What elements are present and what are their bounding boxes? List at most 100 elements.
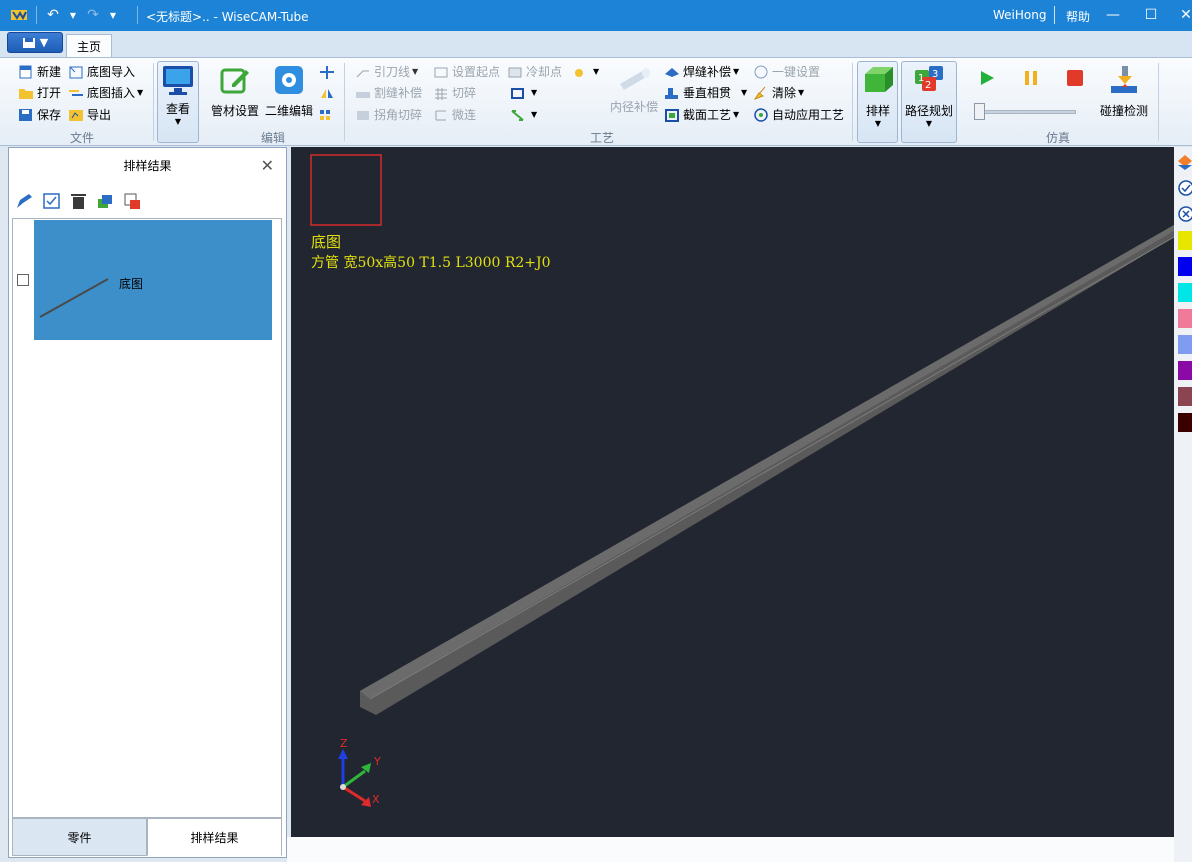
undo-dropdown-icon[interactable]: ▼ [68, 6, 78, 24]
edit-tool-3[interactable] [319, 105, 338, 124]
export-part-icon[interactable] [123, 192, 142, 210]
play-icon [981, 70, 994, 85]
process-tool-c[interactable]: ▼ [510, 105, 537, 124]
process-tool-a[interactable]: ▼ [572, 62, 599, 81]
collision-check-button[interactable]: 碰撞检测 [1096, 64, 1152, 119]
undo-icon[interactable]: ↶ [43, 6, 63, 24]
corner-cut-button[interactable]: 拐角切碎 [355, 105, 422, 124]
import-icon [69, 66, 83, 78]
user-name[interactable]: WeiHong [993, 8, 1046, 22]
save-button[interactable]: 保存 [18, 105, 61, 124]
new-button[interactable]: 新建 [18, 62, 61, 81]
item-checkbox[interactable] [17, 274, 29, 286]
color-swatch[interactable] [1178, 387, 1192, 406]
check-circle-icon[interactable] [1178, 179, 1192, 197]
clear-button[interactable]: 清除 ▼ [753, 83, 804, 102]
color-swatch[interactable] [1178, 283, 1192, 302]
layers-icon[interactable] [1178, 153, 1192, 171]
export-button[interactable]: 导出 [68, 105, 111, 124]
edit-settings-icon [220, 68, 249, 94]
color-swatch[interactable] [1178, 413, 1192, 432]
lead-line-icon [356, 70, 369, 77]
lead-line-button[interactable]: 引刀线 ▼ [355, 62, 418, 81]
kerf-comp-button[interactable]: 割缝补偿 [355, 83, 422, 102]
minimize-icon[interactable]: — [1103, 6, 1123, 24]
app-icon [8, 6, 30, 24]
edit-part-icon[interactable] [15, 192, 34, 210]
arrows-icon [511, 109, 524, 121]
panel-tabs: 零件 排样结果 [12, 818, 282, 856]
3d-viewport[interactable]: 底图 方管 宽50x高50 T1.5 L3000 R2+J0 Z Y X [291, 147, 1174, 837]
play-button[interactable] [978, 68, 996, 87]
process-tool-b[interactable]: ▼ [510, 83, 537, 102]
nest-result-panel: 排样结果 ✕ 底图 零件 排样结果 [8, 147, 287, 858]
title-bar: ↶ ▼ ↷ ▼ <无标题>.. - WiseCAM-Tube WeiHong 帮… [0, 0, 1192, 31]
tube-settings-button[interactable]: 管材设置 [210, 64, 260, 119]
color-swatch[interactable] [1178, 257, 1192, 276]
mirror-icon [321, 88, 333, 98]
tube-icon [620, 68, 650, 90]
set-start-button[interactable]: 设置起点 [433, 62, 500, 81]
redo-icon[interactable]: ↷ [83, 6, 103, 24]
help-link[interactable]: 帮助 [1066, 8, 1090, 25]
maximize-icon[interactable]: ☐ [1141, 6, 1161, 24]
inner-comp-button[interactable]: 内径补偿 [606, 64, 662, 115]
group-edit-label: 编辑 [261, 131, 286, 145]
vertical-join-button[interactable]: 垂直相贯 ▼ [664, 83, 747, 102]
speed-slider[interactable] [974, 110, 1076, 114]
speed-slider-thumb[interactable] [974, 103, 985, 120]
collision-icon [1111, 66, 1137, 93]
quick-access-dropdown-icon[interactable]: ▼ [108, 6, 118, 24]
target-icon [754, 107, 768, 122]
tab-nest-result[interactable]: 排样结果 [147, 818, 282, 856]
cancel-circle-icon[interactable] [1178, 205, 1192, 223]
edit2d-button[interactable]: 二维编辑 [264, 64, 314, 119]
open-button[interactable]: 打开 [18, 83, 61, 102]
micro-joint-button[interactable]: 微连 [433, 105, 476, 124]
file-menu-button[interactable]: ▼ [7, 32, 63, 53]
weld-comp-button[interactable]: 焊缝补偿 ▼ [664, 62, 739, 81]
micro-joint-icon [435, 110, 446, 120]
right-tool-strip [1174, 147, 1192, 862]
tab-home[interactable]: 主页 [66, 34, 112, 58]
copy-layers-icon[interactable] [96, 192, 115, 210]
select-all-icon[interactable] [42, 192, 61, 210]
panel-close-icon[interactable]: ✕ [261, 156, 274, 175]
tube-edge [369, 236, 1174, 700]
ribbon: 新建 打开 保存 底图导入 底图插入 ▼ 导出 文件 查看 ▼ 管材设置 二维编辑 … [0, 57, 1192, 146]
annotation-spec: 方管 宽50x高50 T1.5 L3000 R2+J0 [311, 255, 551, 271]
insert-icon [69, 89, 83, 96]
insert-base-button[interactable]: 底图插入 ▼ [68, 83, 143, 102]
nest-result-list: 底图 [12, 218, 282, 818]
path-order-icon: 1 32 [915, 66, 943, 91]
x-axis [342, 785, 366, 803]
close-icon[interactable]: ✕ [1180, 6, 1192, 24]
color-swatch[interactable] [1178, 361, 1192, 380]
section-proc-button[interactable]: 截面工艺 ▼ [664, 105, 739, 124]
list-item[interactable]: 底图 [34, 220, 272, 340]
svg-text:2: 2 [925, 80, 931, 91]
weld-icon [665, 67, 679, 77]
save-icon [19, 108, 32, 121]
gear-icon [275, 66, 303, 94]
auto-apply-button[interactable]: 自动应用工艺 [753, 105, 844, 124]
cut-break-button[interactable]: 切碎 [433, 83, 476, 102]
import-base-button[interactable]: 底图导入 [68, 62, 135, 81]
edit-tool-1[interactable] [319, 62, 338, 81]
cool-point-button[interactable]: 冷却点 [507, 62, 562, 81]
one-key-button[interactable]: 一键设置 [753, 62, 820, 81]
monitor-icon [163, 66, 193, 95]
window-title: <无标题>.. - WiseCAM-Tube [146, 10, 309, 24]
tab-parts[interactable]: 零件 [12, 818, 147, 856]
group-file-label: 文件 [70, 131, 95, 145]
y-axis [342, 769, 366, 789]
delete-icon[interactable] [69, 192, 88, 210]
axis-x-label: X [372, 793, 380, 806]
edit-tool-2[interactable] [319, 83, 338, 102]
stop-button[interactable] [1066, 68, 1084, 87]
color-swatch[interactable] [1178, 309, 1192, 328]
color-swatch[interactable] [1178, 231, 1192, 250]
pause-button[interactable] [1022, 68, 1040, 87]
color-swatch[interactable] [1178, 335, 1192, 354]
panel-toolbar [15, 192, 142, 212]
